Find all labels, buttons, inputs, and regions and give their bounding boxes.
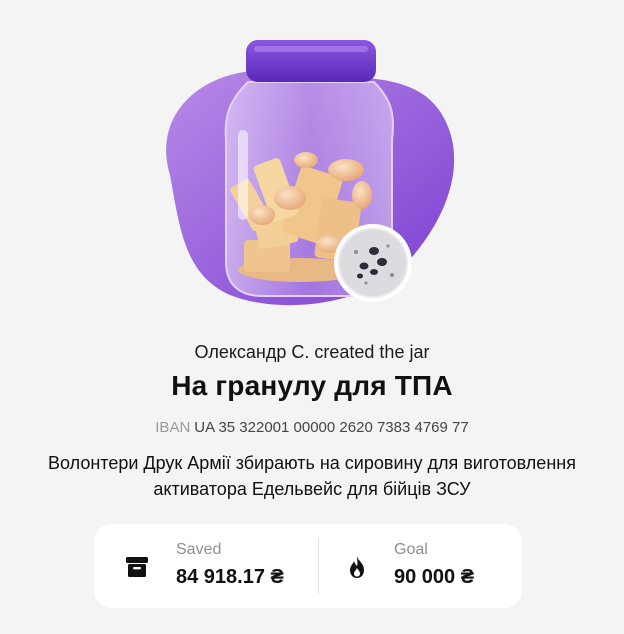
- goal-value: 90 000 ₴: [394, 566, 475, 588]
- jar-illustration: [166, 40, 455, 306]
- jar-title: На гранулу для ТПА: [171, 370, 453, 401]
- iban-row: IBAN UA 35 322001 00000 2620 7383 4769 77: [0, 419, 624, 436]
- creator-line: Олександр С. created the jar: [194, 342, 430, 362]
- piggy-box-icon: [126, 557, 148, 577]
- saved-value: 84 918.17 ₴: [176, 566, 284, 588]
- stats-divider: [318, 538, 319, 594]
- jar-hero-illustration: [0, 0, 624, 340]
- jar-description: Волонтери Друк Армії збирають на сировин…: [48, 453, 576, 499]
- saved-label: Saved: [176, 541, 222, 558]
- goal-stat: Goal 90 000 ₴: [320, 524, 522, 608]
- saved-stat: Saved 84 918.17 ₴: [94, 524, 316, 608]
- stats-card: Saved 84 918.17 ₴ Goal 90 000 ₴: [94, 524, 522, 608]
- iban-value[interactable]: UA 35 322001 00000 2620 7383 4769 77: [194, 419, 468, 436]
- goal-label: Goal: [394, 541, 428, 558]
- flame-icon: [350, 556, 364, 578]
- iban-label: IBAN: [155, 419, 191, 436]
- granule-badge: [334, 224, 412, 302]
